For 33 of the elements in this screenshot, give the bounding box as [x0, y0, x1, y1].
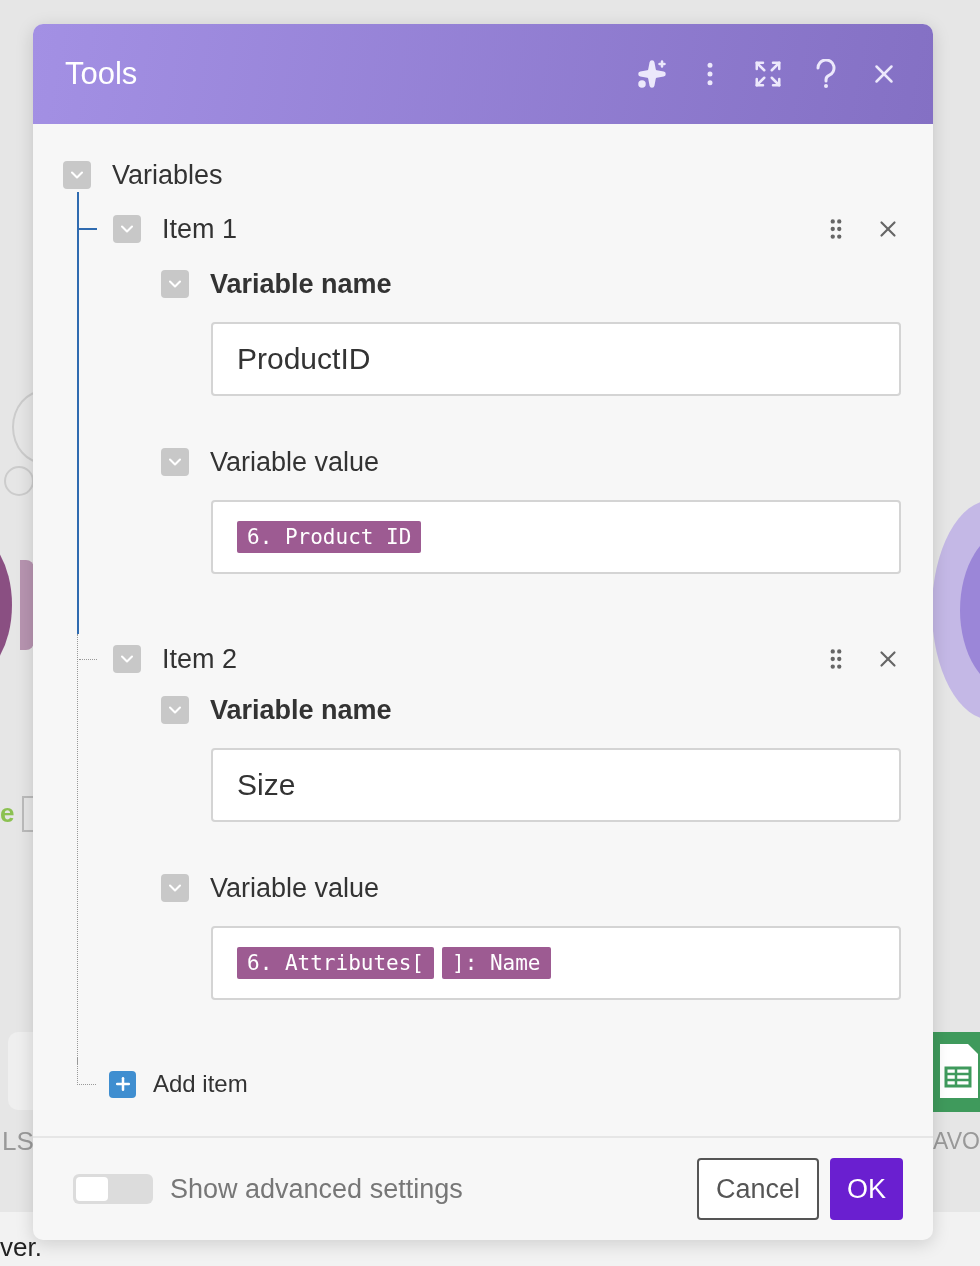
canvas-label: AVO [933, 1128, 980, 1155]
variable-tag: 6. Product ID [237, 521, 422, 553]
input-field[interactable]: ProductID [211, 322, 901, 396]
add-item-button[interactable]: Add item [109, 1070, 248, 1098]
ok-button[interactable]: OK [830, 1158, 903, 1220]
field-label: Variable value [210, 446, 380, 478]
input-field[interactable]: 6. Attributes[ ]: Name [211, 926, 901, 1000]
canvas-label: ver. [0, 1232, 42, 1263]
section-label: Variables [112, 159, 223, 191]
canvas-label: e [0, 798, 15, 829]
dialog-title: Tools [65, 56, 139, 92]
input-field[interactable]: 6. Product ID [211, 500, 901, 574]
advanced-settings-toggle[interactable] [73, 1174, 153, 1204]
collapse-toggle[interactable] [113, 645, 141, 673]
field-label: Variable name [210, 694, 392, 726]
collapse-toggle[interactable] [161, 448, 189, 476]
cancel-button[interactable]: Cancel [696, 1158, 819, 1220]
canvas-label: LS [2, 1126, 34, 1157]
item-label: Item 2 [162, 643, 238, 675]
toggle-label: Show advanced settings [170, 1173, 464, 1205]
field-label: Variable name [210, 268, 392, 300]
variable-tag: ]: Name [442, 947, 551, 979]
collapse-toggle[interactable] [161, 874, 189, 902]
item-label: Item 1 [162, 213, 238, 245]
plus-icon [109, 1070, 136, 1098]
variable-tag: 6. Attributes[ [237, 947, 434, 979]
collapse-toggle[interactable] [161, 696, 189, 724]
collapse-toggle[interactable] [113, 215, 141, 243]
collapse-toggle[interactable] [63, 161, 91, 189]
sparkles-icon[interactable] [635, 57, 669, 91]
field-label: Variable value [210, 872, 380, 904]
input-field[interactable]: Size [211, 748, 901, 822]
collapse-toggle[interactable] [161, 270, 189, 298]
